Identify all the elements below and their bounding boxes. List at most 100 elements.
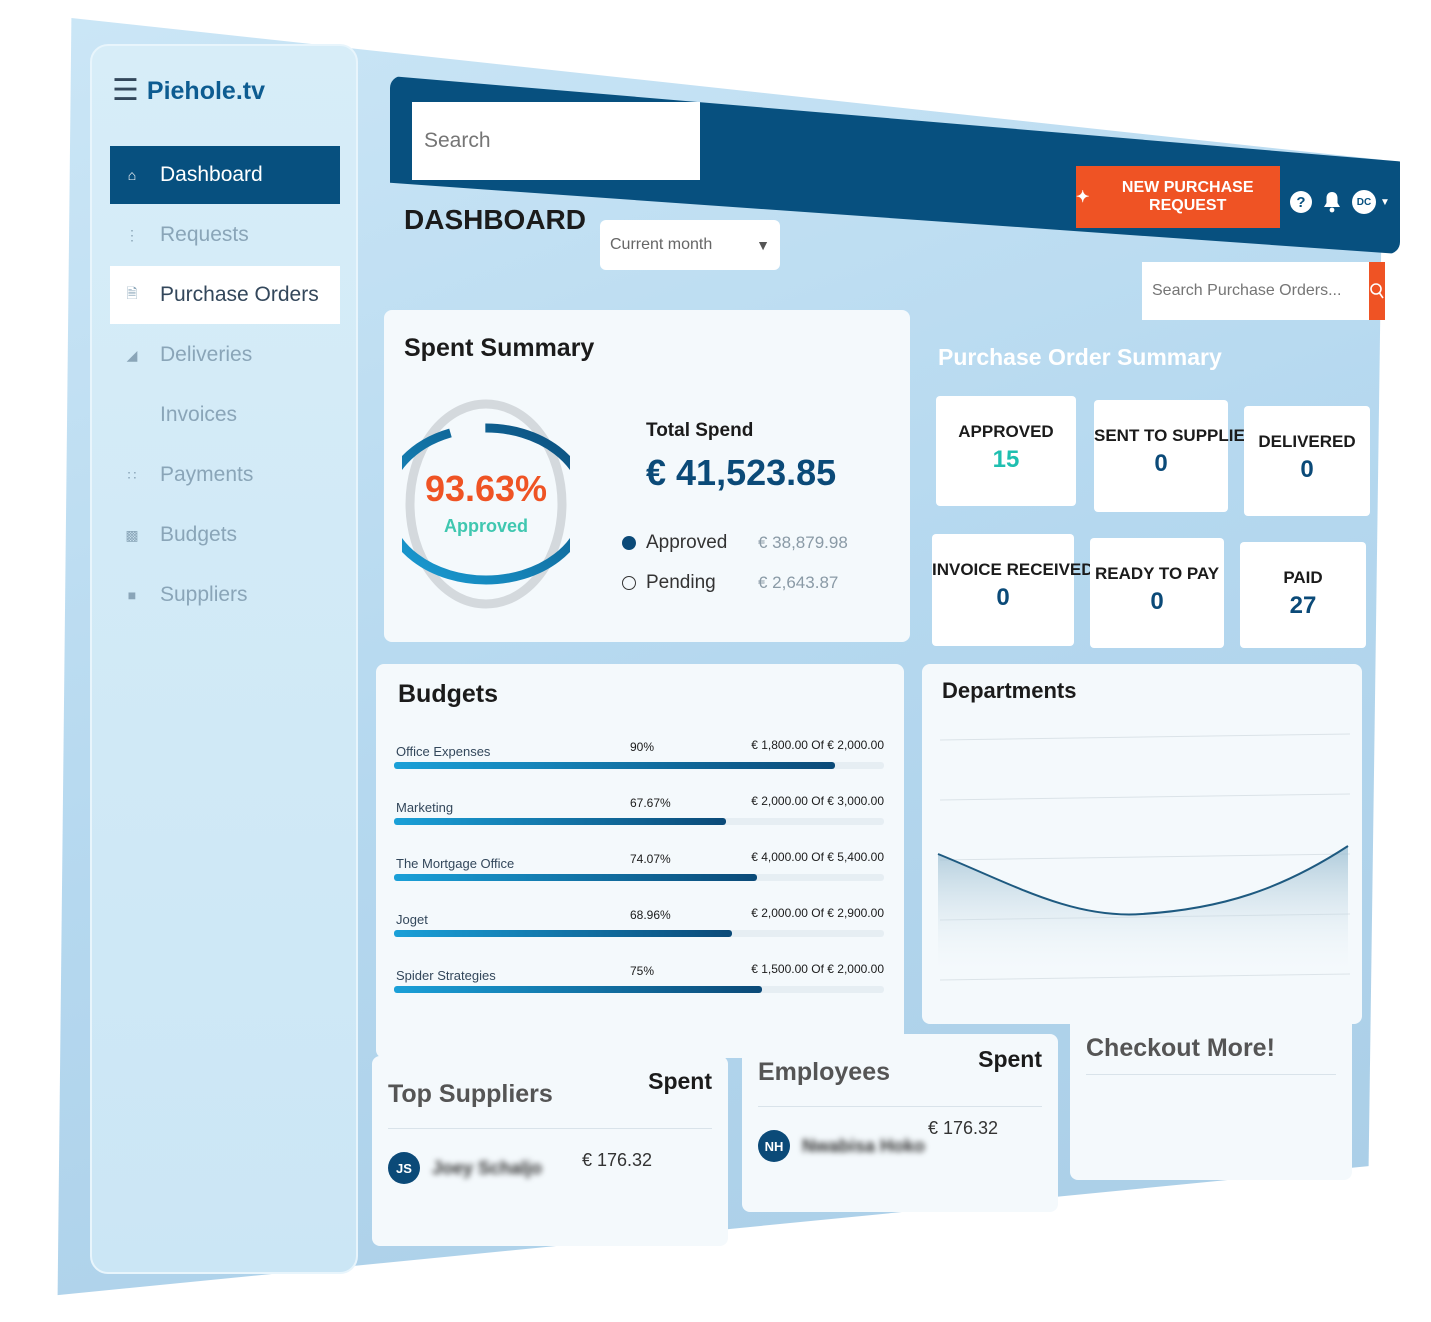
- bell-icon[interactable]: [1322, 190, 1342, 214]
- menu-icon[interactable]: ☰: [112, 76, 139, 106]
- sidebar-item-purchase-orders[interactable]: 🗎 Purchase Orders: [110, 266, 340, 324]
- legend-pending-label: Pending: [646, 572, 716, 593]
- employee-amount: € 176.32: [928, 1118, 999, 1138]
- sidebar-item-label: Budgets: [160, 523, 238, 546]
- grid-dots-icon: ∷: [127, 466, 137, 483]
- avatar: JS: [388, 1152, 420, 1184]
- po-tile-label: DELIVERED: [1258, 432, 1356, 451]
- employees-spent-header: Spent: [978, 1046, 1042, 1072]
- employee-name: Nwabisa Hoko: [802, 1135, 926, 1156]
- sidebar-item-label: Dashboard: [160, 163, 263, 186]
- gridline: [939, 853, 1351, 861]
- po-tile-ready-to-pay[interactable]: READY TO PAY 0: [1090, 538, 1224, 648]
- po-tile-paid[interactable]: PAID 27: [1240, 542, 1366, 648]
- dashboard-screen: ☰ Piehole.tv ⌂ Dashboard ⋮ Requests 🗎 Pu…: [0, 0, 1431, 1322]
- top-suppliers-title: Top Suppliers: [388, 1080, 553, 1108]
- approved-percent-label: Approved: [443, 516, 528, 536]
- budgets-card: Budgets Office Expenses 90% € 1,800.00 O…: [376, 664, 904, 1058]
- department-area: [938, 846, 1348, 984]
- pending-dot-icon: [622, 576, 636, 590]
- legend-pending: Pending € 2,643.87: [622, 572, 838, 594]
- document-icon: 🗎: [126, 285, 138, 301]
- budget-row[interactable]: Joget 68.96% € 2,000.00 Of € 2,900.00: [394, 906, 884, 952]
- sidebar-item-requests[interactable]: ⋮ Requests: [110, 206, 340, 264]
- chevron-down-icon[interactable]: ▼: [1380, 197, 1390, 208]
- po-tile-value: 15: [992, 446, 1020, 473]
- budget-progress-fill: [394, 762, 835, 769]
- sidebar-item-deliveries[interactable]: ◢ Deliveries: [110, 326, 340, 384]
- new-purchase-request-label: NEW PURCHASE REQUEST: [1121, 179, 1254, 214]
- approved-dot-icon: [622, 536, 636, 550]
- budget-row[interactable]: Office Expenses 90% € 1,800.00 Of € 2,00…: [394, 738, 884, 784]
- help-icon[interactable]: ?: [1290, 191, 1312, 213]
- search-button[interactable]: [1369, 262, 1385, 320]
- sidebar-item-suppliers[interactable]: ■ Suppliers: [110, 566, 340, 624]
- supplier-amount: € 176.32: [582, 1150, 653, 1170]
- legend-approved-label: Approved: [646, 532, 728, 553]
- po-tile-label: INVOICE RECEIVED: [932, 560, 1094, 579]
- spent-summary-title: Spent Summary: [404, 334, 595, 362]
- chevron-down-icon: ▼: [756, 237, 770, 253]
- po-tile-value: 0: [1300, 456, 1314, 483]
- sidebar-item-label: Deliveries: [160, 343, 253, 366]
- po-tile-delivered[interactable]: DELIVERED 0: [1244, 406, 1370, 516]
- period-select[interactable]: Current month ▼: [600, 220, 780, 270]
- budget-amount: € 1,800.00 Of € 2,000.00: [751, 738, 884, 752]
- budget-percent: 68.96%: [630, 908, 671, 922]
- sidebar-item-payments[interactable]: ∷ Payments: [110, 446, 340, 504]
- budget-progress-fill: [394, 986, 762, 993]
- sidebar-item-dashboard[interactable]: ⌂ Dashboard: [110, 146, 340, 204]
- budget-name: Office Expenses: [396, 744, 491, 759]
- brand-name: Piehole.tv: [146, 76, 265, 105]
- departments-chart: [937, 733, 1351, 984]
- po-tile-approved[interactable]: APPROVED 15: [936, 396, 1076, 506]
- purchase-order-search-input[interactable]: [1142, 262, 1369, 320]
- wand-icon: ✦: [1076, 189, 1090, 206]
- budget-progress-track: [394, 874, 884, 881]
- total-spend-value: € 41,523.85: [646, 452, 837, 493]
- sidebar-item-budgets[interactable]: ▩ Budgets: [110, 506, 340, 564]
- budget-amount: € 2,000.00 Of € 3,000.00: [751, 794, 884, 808]
- sidebar-item-invoices[interactable]: Invoices: [110, 386, 340, 444]
- home-icon: ⌂: [127, 167, 137, 183]
- sidebar-nav: ⌂ Dashboard ⋮ Requests 🗎 Purchase Orders…: [110, 146, 340, 626]
- po-tile-invoice-received[interactable]: INVOICE RECEIVED 0: [932, 534, 1094, 646]
- budget-name: Spider Strategies: [396, 968, 496, 983]
- new-purchase-request-button[interactable]: ✦ NEW PURCHASE REQUEST: [1076, 166, 1280, 228]
- po-tile-value: 27: [1289, 592, 1317, 619]
- budget-amount: € 2,000.00 Of € 2,900.00: [751, 906, 884, 920]
- sidebar-item-label: Invoices: [160, 403, 238, 426]
- budget-progress-fill: [394, 930, 732, 937]
- po-tile-value: 0: [1154, 450, 1168, 477]
- budget-row[interactable]: Marketing 67.67% € 2,000.00 Of € 3,000.0…: [394, 794, 884, 840]
- spent-summary-card: Spent Summary 93.63% Approved Total Spen…: [381, 310, 910, 642]
- gridline: [939, 733, 1351, 741]
- budget-progress-fill: [394, 874, 757, 881]
- avatar: NH: [758, 1130, 790, 1162]
- search-input[interactable]: [412, 102, 700, 180]
- budget-row[interactable]: Spider Strategies 75% € 1,500.00 Of € 2,…: [394, 962, 884, 1008]
- employees-title: Employees: [758, 1058, 891, 1086]
- budget-progress-track: [394, 762, 884, 769]
- gridline: [939, 793, 1351, 801]
- supplier-name: Joey Schaljo: [432, 1157, 543, 1178]
- budget-percent: 75%: [630, 964, 655, 978]
- page-title: DASHBOARD: [404, 204, 586, 235]
- legend-approved: Approved € 38,879.98: [622, 532, 848, 554]
- sidebar-item-label: Purchase Orders: [160, 283, 319, 306]
- supplier-row[interactable]: JS Joey Schaljo: [388, 1152, 542, 1184]
- approved-percent: 93.63%: [424, 468, 548, 509]
- sidebar-item-label: Requests: [160, 223, 249, 246]
- approval-donut: 93.63% Approved: [381, 396, 591, 616]
- divider: [758, 1106, 1042, 1107]
- budget-progress-track: [394, 930, 884, 937]
- employee-row[interactable]: NH Nwabisa Hoko: [758, 1130, 925, 1162]
- budget-name: The Mortgage Office: [396, 856, 515, 871]
- departments-card: Departments: [922, 664, 1362, 1024]
- budget-row[interactable]: The Mortgage Office 74.07% € 4,000.00 Of…: [394, 850, 884, 896]
- search-icon: [1370, 283, 1384, 299]
- user-avatar[interactable]: DC: [1352, 190, 1376, 214]
- po-tile-sent-to-supplier[interactable]: SENT TO SUPPLIER 0: [1094, 400, 1257, 512]
- sidebar-item-label: Payments: [160, 463, 254, 486]
- checkout-more-card[interactable]: Checkout More!: [1070, 1014, 1352, 1180]
